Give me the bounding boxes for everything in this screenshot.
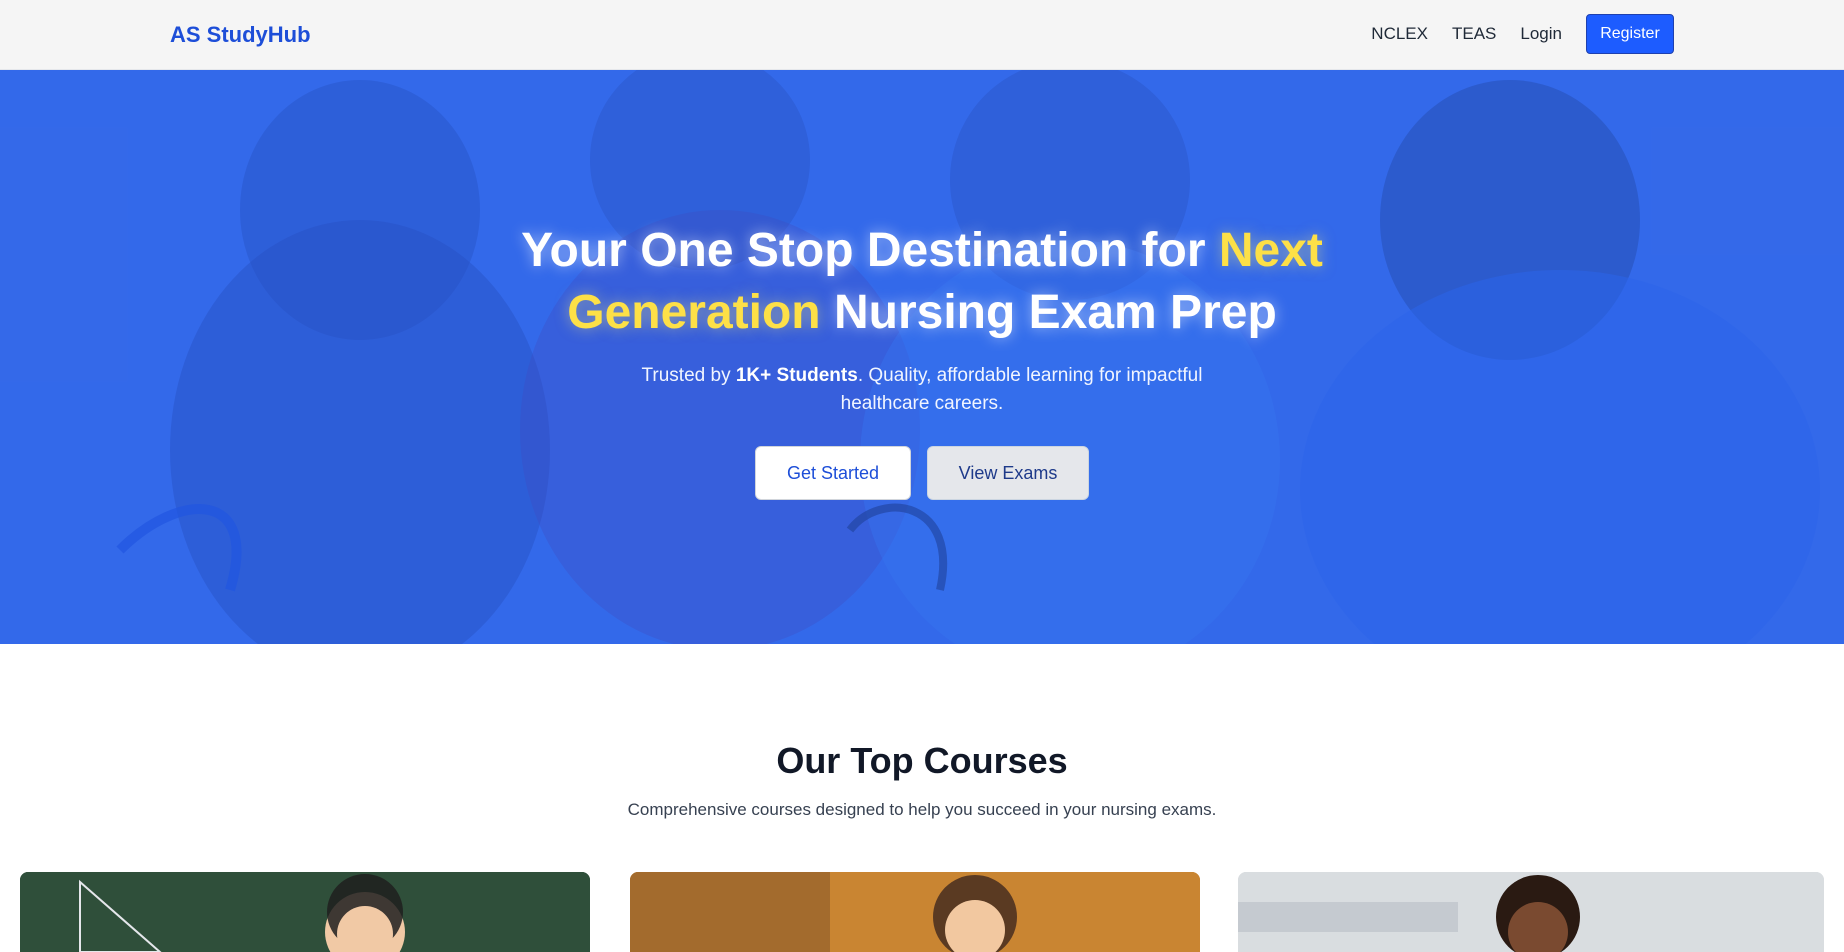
course-card-2-image xyxy=(630,872,1200,952)
courses-subtitle: Comprehensive courses designed to help y… xyxy=(627,800,1217,819)
nav-link-login[interactable]: Login xyxy=(1520,24,1562,44)
course-card-1-image xyxy=(20,872,590,952)
course-card-3[interactable] xyxy=(1238,872,1824,952)
hero-title: Your One Stop Destination for Next Gener… xyxy=(472,220,1372,344)
view-exams-button[interactable]: View Exams xyxy=(927,446,1089,500)
hero-subtitle-prefix: Trusted by xyxy=(641,365,736,386)
hero-title-part1: Your One Stop Destination for xyxy=(521,224,1219,277)
hero-section: Your One Stop Destination for Next Gener… xyxy=(0,70,1844,644)
course-card-2[interactable] xyxy=(630,872,1200,952)
brand-logo[interactable]: AS StudyHub xyxy=(170,22,311,48)
nav-link-nclex[interactable]: NCLEX xyxy=(1371,24,1428,44)
courses-title: Our Top Courses xyxy=(776,740,1068,781)
nav-link-teas[interactable]: TEAS xyxy=(1452,24,1496,44)
register-button[interactable]: Register xyxy=(1586,14,1674,54)
hero-title-part2: Nursing Exam Prep xyxy=(820,286,1277,339)
nav-links: NCLEX TEAS Login Register xyxy=(1347,14,1674,54)
hero-subtitle: Trusted by 1K+ Students. Quality, afford… xyxy=(622,362,1222,418)
course-card-1[interactable] xyxy=(20,872,590,952)
course-card-3-image xyxy=(1238,872,1824,952)
top-navbar: AS StudyHub NCLEX TEAS Login Register xyxy=(0,0,1844,70)
hero-content: Your One Stop Destination for Next Gener… xyxy=(0,70,1844,644)
hero-buttons: Get Started View Exams xyxy=(0,446,1844,500)
get-started-button[interactable]: Get Started xyxy=(755,446,911,500)
hero-subtitle-bold: 1K+ Students xyxy=(735,365,858,386)
hero-subtitle-rest: . Quality, affordable learning for impac… xyxy=(840,365,1203,414)
